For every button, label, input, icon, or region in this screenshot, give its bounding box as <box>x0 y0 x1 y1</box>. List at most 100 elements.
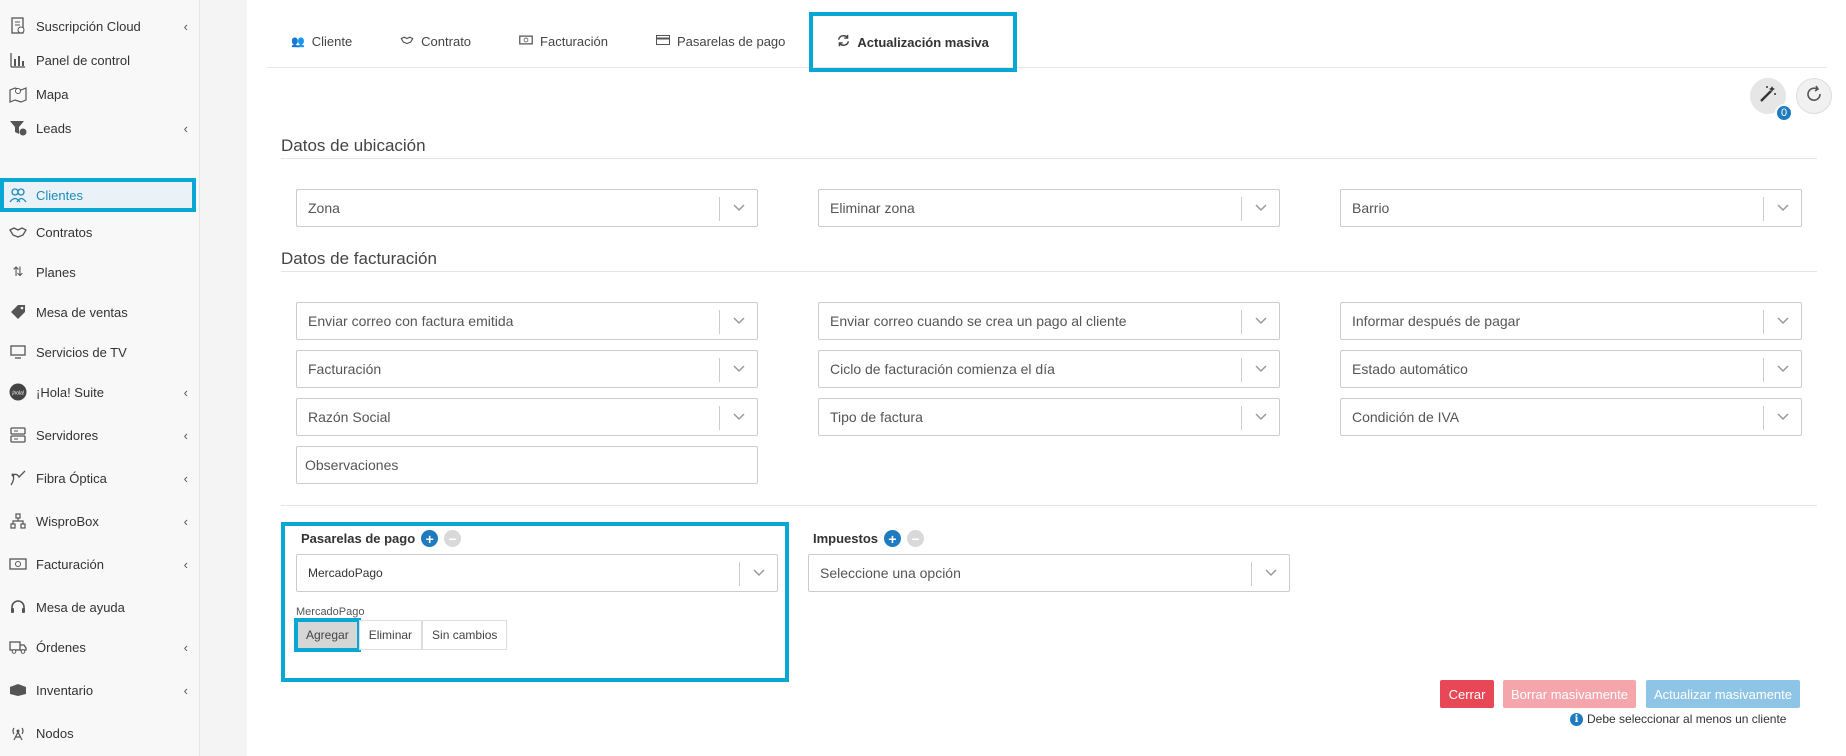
sidebar-item-clientes[interactable]: Clientes <box>0 178 196 212</box>
chevron-down-icon <box>731 361 747 377</box>
sidebar-item-servidores[interactable]: Servidores ‹ <box>0 418 200 452</box>
chevron-down-icon <box>1775 409 1791 425</box>
sidebar-item-panel-de-control[interactable]: Panel de control <box>0 43 200 77</box>
pasarela-select[interactable]: MercadoPago <box>296 554 778 592</box>
magic-wand-button[interactable]: 0 <box>1750 78 1793 122</box>
network-icon <box>9 512 27 530</box>
estado-automatico-select[interactable]: Estado automático <box>1340 350 1802 388</box>
divider <box>1241 197 1242 221</box>
select-placeholder: Tipo de factura <box>830 409 923 425</box>
sidebar-item-ordenes[interactable]: Órdenes ‹ <box>0 630 200 664</box>
headset-icon <box>9 598 27 616</box>
sidebar-item-mesa-de-ventas[interactable]: Mesa de ventas <box>0 295 200 329</box>
sidebar-item-label: WisproBox <box>36 513 99 529</box>
chevron-left-icon: ‹ <box>183 428 188 443</box>
razon-social-select[interactable]: Razón Social <box>296 398 758 436</box>
chevron-down-icon <box>1253 409 1269 425</box>
sidebar-item-leads[interactable]: Leads ‹ <box>0 111 200 145</box>
sidebar-item-inventario[interactable]: Inventario ‹ <box>0 673 200 707</box>
sidebar-item-servicios-de-tv[interactable]: Servicios de TV <box>0 335 200 369</box>
facturacion-select[interactable]: Facturación <box>296 350 758 388</box>
agregar-button[interactable]: Agregar <box>294 618 361 652</box>
tab-actualizacion-masiva[interactable]: Actualización masiva <box>809 12 1017 72</box>
reload-button[interactable] <box>1796 78 1832 114</box>
chevron-down-icon <box>1775 313 1791 329</box>
enviar-correo-pago-select[interactable]: Enviar correo cuando se crea un pago al … <box>818 302 1280 340</box>
barrio-select[interactable]: Barrio <box>1340 189 1802 227</box>
sidebar-item-nodos[interactable]: Nodos <box>0 716 200 750</box>
remove-pasarela-button[interactable]: − <box>444 530 462 547</box>
select-placeholder: Eliminar zona <box>830 200 915 216</box>
condicion-iva-select[interactable]: Condición de IVA <box>1340 398 1802 436</box>
enviar-correo-factura-select[interactable]: Enviar correo con factura emitida <box>296 302 758 340</box>
pasarelas-label: Pasarelas de pago <box>301 531 416 546</box>
select-placeholder: Estado automático <box>1352 361 1468 377</box>
sidebar-item-mapa[interactable]: Mapa <box>0 77 200 111</box>
sidebar-item-contratos[interactable]: Contratos <box>0 215 200 249</box>
eliminar-button[interactable]: Eliminar <box>358 620 423 650</box>
divider <box>1241 358 1242 382</box>
sidebar-item-suscripcion-cloud[interactable]: Suscripción Cloud ‹ <box>0 9 200 43</box>
divider <box>739 562 740 586</box>
tipo-factura-select[interactable]: Tipo de factura <box>818 398 1280 436</box>
cerrar-button[interactable]: Cerrar <box>1440 680 1494 708</box>
add-pasarela-button[interactable]: + <box>421 530 439 547</box>
sidebar-item-fibra-optica[interactable]: Fibra Óptica ‹ <box>0 461 200 495</box>
input-placeholder: Observaciones <box>305 457 399 473</box>
divider <box>1241 310 1242 334</box>
sidebar-item-label: ¡Hola! Suite <box>36 384 104 400</box>
sidebar-item-label: Planes <box>36 264 76 280</box>
zona-select[interactable]: Zona <box>296 189 758 227</box>
observaciones-input[interactable]: Observaciones <box>296 446 758 484</box>
chevron-left-icon: ‹ <box>183 557 188 572</box>
borrar-masivamente-button[interactable]: Borrar masivamente <box>1503 680 1636 708</box>
impuestos-select[interactable]: Seleccione una opción <box>808 554 1290 592</box>
chevron-left-icon: ‹ <box>183 514 188 529</box>
select-placeholder: Facturación <box>308 361 382 377</box>
tab-cliente[interactable]: 👥 Cliente <box>267 14 376 68</box>
pasarela-action-group: Agregar Eliminar Sin cambios <box>294 618 508 652</box>
tab-facturacion[interactable]: Facturación <box>495 14 632 68</box>
tab-pasarelas-de-pago[interactable]: Pasarelas de pago <box>632 14 809 68</box>
funnel-icon <box>9 119 27 137</box>
select-placeholder: Condición de IVA <box>1352 409 1460 425</box>
actualizar-masivamente-button[interactable]: Actualizar masivamente <box>1646 680 1800 708</box>
select-placeholder: Razón Social <box>308 409 391 425</box>
sin-cambios-button[interactable]: Sin cambios <box>422 620 508 650</box>
server-icon <box>9 426 27 444</box>
sidebar-item-label: Suscripción Cloud <box>36 18 141 34</box>
select-value: MercadoPago <box>308 566 383 580</box>
tag-icon <box>9 303 27 321</box>
handshake-icon <box>9 223 27 241</box>
tab-label: Contrato <box>421 33 472 49</box>
info-icon: i <box>1570 712 1583 726</box>
tab-label: Pasarelas de pago <box>676 33 786 49</box>
sidebar-item-facturacion[interactable]: Facturación ‹ <box>0 547 200 581</box>
map-icon <box>9 85 27 103</box>
chevron-down-icon <box>1253 361 1269 377</box>
chevron-left-icon: ‹ <box>183 19 188 34</box>
informar-despues-pagar-select[interactable]: Informar después de pagar <box>1340 302 1802 340</box>
sidebar-item-hola-suite[interactable]: ¡hola! ¡Hola! Suite ‹ <box>0 375 200 409</box>
remove-impuesto-button[interactable]: − <box>907 530 925 547</box>
sidebar-item-mesa-de-ayuda[interactable]: Mesa de ayuda <box>0 590 200 624</box>
section-title-ubicacion: Datos de ubicación <box>281 136 426 155</box>
select-placeholder: Barrio <box>1352 200 1390 216</box>
sidebar-item-wisprobox[interactable]: WisproBox ‹ <box>0 504 200 538</box>
eliminar-zona-select[interactable]: Eliminar zona <box>818 189 1280 227</box>
chevron-left-icon: ‹ <box>183 471 188 486</box>
sort-arrows-icon: ⇅ <box>12 264 24 279</box>
ciclo-facturacion-select[interactable]: Ciclo de facturación comienza el día <box>818 350 1280 388</box>
divider <box>281 158 1817 159</box>
reload-icon <box>1805 85 1823 108</box>
fiber-icon <box>9 469 27 487</box>
tab-contrato[interactable]: Contrato <box>376 14 495 68</box>
divider <box>1763 358 1764 382</box>
divider <box>1763 197 1764 221</box>
sidebar-item-planes[interactable]: ⇅ Planes <box>0 255 200 289</box>
top-actions: 0 <box>1750 78 1832 122</box>
add-impuesto-button[interactable]: + <box>884 530 902 547</box>
sidebar-item-label: Inventario <box>36 682 94 698</box>
sidebar-item-label: Servicios de TV <box>36 344 127 360</box>
hola-logo-icon: ¡hola! <box>9 383 27 401</box>
